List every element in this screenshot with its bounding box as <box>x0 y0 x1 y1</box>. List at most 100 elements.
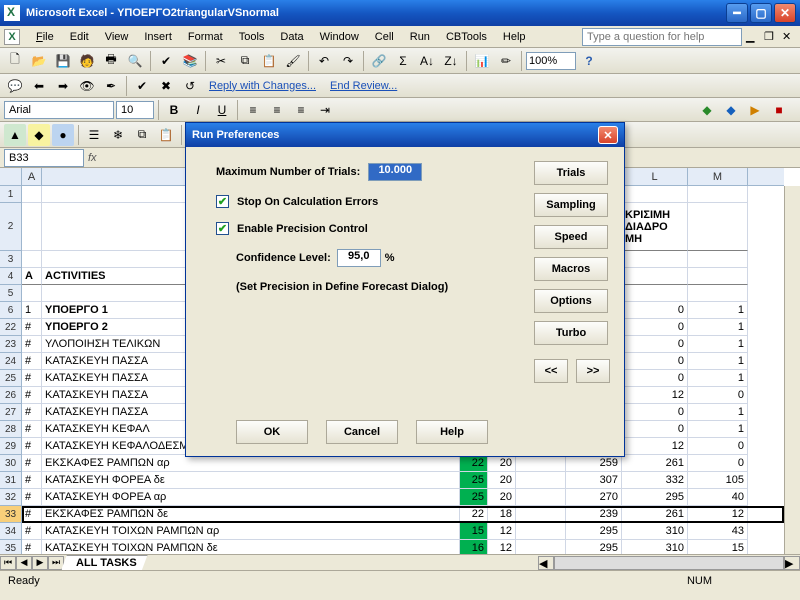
tab-trials-button[interactable]: Trials <box>534 161 608 185</box>
cb-freeze-icon[interactable]: ❄ <box>107 124 129 146</box>
cb-decision-icon[interactable]: ◆ <box>28 124 50 146</box>
align-center-icon[interactable]: ≡ <box>266 99 288 121</box>
merge-center-icon[interactable]: ⇥ <box>314 99 336 121</box>
cb-assumption-icon[interactable]: ▲ <box>4 124 26 146</box>
menu-view[interactable]: View <box>97 29 137 45</box>
tab-nav-next[interactable]: ▶ <box>32 556 48 570</box>
print-icon[interactable]: 🖶 <box>100 50 122 72</box>
window-minimize-button[interactable]: ━ <box>726 3 748 23</box>
menu-cbtools[interactable]: CBTools <box>438 29 495 45</box>
cb-define-icon[interactable]: ◆ <box>696 99 718 121</box>
cancel-button[interactable]: Cancel <box>326 420 398 444</box>
comment-prev-icon[interactable]: ⬅ <box>28 75 50 97</box>
reply-with-changes-link[interactable]: Reply with Changes... <box>203 80 322 92</box>
fontsize-combo[interactable]: 10 <box>116 101 154 119</box>
chart-wizard-icon[interactable]: 📊 <box>471 50 493 72</box>
tab-macros-button[interactable]: Macros <box>534 257 608 281</box>
ink-icon[interactable]: ✒ <box>100 75 122 97</box>
help-icon[interactable]: ? <box>578 50 600 72</box>
tab-prev-button[interactable]: << <box>534 359 568 383</box>
doc-close-button[interactable]: ✕ <box>782 30 796 44</box>
doc-minimize-button[interactable]: ▁ <box>746 30 760 44</box>
tab-sampling-button[interactable]: Sampling <box>534 193 608 217</box>
bold-icon[interactable]: B <box>163 99 185 121</box>
tab-options-button[interactable]: Options <box>534 289 608 313</box>
spellcheck-icon[interactable]: ✔ <box>155 50 177 72</box>
fx-icon[interactable]: fx <box>88 152 97 164</box>
hscroll-right[interactable]: ▶ <box>784 556 800 570</box>
menu-format[interactable]: Format <box>180 29 231 45</box>
undo-icon[interactable]: ↶ <box>313 50 335 72</box>
help-search-input[interactable] <box>582 28 742 46</box>
cb-stop-icon[interactable]: ■ <box>768 99 790 121</box>
show-comments-icon[interactable]: 👁 <box>76 75 98 97</box>
name-box[interactable]: B33 <box>4 149 84 167</box>
menu-window[interactable]: Window <box>312 29 367 45</box>
cb-run-icon[interactable]: ▶ <box>744 99 766 121</box>
sheet-tab-alltasks[interactable]: ALL TASKS <box>61 555 148 571</box>
window-close-button[interactable]: ✕ <box>774 3 796 23</box>
tab-nav-first[interactable]: ⏮ <box>0 556 16 570</box>
tab-turbo-button[interactable]: Turbo <box>534 321 608 345</box>
format-painter-icon[interactable]: 🖌 <box>282 50 304 72</box>
max-trials-input[interactable]: 10.000 <box>368 163 422 181</box>
cb-copy-icon[interactable]: ⧉ <box>131 124 153 146</box>
autosum-icon[interactable]: Σ <box>392 50 414 72</box>
tab-nav-prev[interactable]: ◀ <box>16 556 32 570</box>
print-preview-icon[interactable]: 🔍 <box>124 50 146 72</box>
hscroll-left[interactable]: ◀ <box>538 556 554 570</box>
tab-speed-button[interactable]: Speed <box>534 225 608 249</box>
italic-icon[interactable]: I <box>187 99 209 121</box>
underline-icon[interactable]: U <box>211 99 233 121</box>
save-icon[interactable]: 💾 <box>52 50 74 72</box>
stop-errors-checkbox[interactable]: ✔ <box>216 195 229 208</box>
dialog-titlebar[interactable]: Run Preferences ✕ <box>186 123 624 147</box>
cb-forecast-icon[interactable]: ◆ <box>720 99 742 121</box>
accept-icon[interactable]: ✔ <box>131 75 153 97</box>
select-all-corner[interactable] <box>0 168 22 186</box>
precision-checkbox[interactable]: ✔ <box>216 222 229 235</box>
font-combo[interactable]: Arial <box>4 101 114 119</box>
paste-icon[interactable]: 📋 <box>258 50 280 72</box>
menu-insert[interactable]: Insert <box>136 29 180 45</box>
cut-icon[interactable]: ✂ <box>210 50 232 72</box>
cb-select-icon[interactable]: ☰ <box>83 124 105 146</box>
comment-new-icon[interactable]: 💬 <box>4 75 26 97</box>
cb-paste-icon[interactable]: 📋 <box>155 124 177 146</box>
research-icon[interactable]: 📚 <box>179 50 201 72</box>
dialog-close-button[interactable]: ✕ <box>598 126 618 144</box>
ok-button[interactable]: OK <box>236 420 308 444</box>
confidence-input[interactable]: 95,0 <box>337 249 381 267</box>
reject-icon[interactable]: ✖ <box>155 75 177 97</box>
menu-help[interactable]: Help <box>495 29 534 45</box>
menu-tools[interactable]: Tools <box>231 29 273 45</box>
align-right-icon[interactable]: ≡ <box>290 99 312 121</box>
window-maximize-button[interactable]: ▢ <box>750 3 772 23</box>
vertical-scrollbar[interactable] <box>784 186 800 554</box>
track-changes-icon[interactable]: ↺ <box>179 75 201 97</box>
menu-file[interactable]: File <box>28 29 62 45</box>
menu-edit[interactable]: Edit <box>62 29 97 45</box>
zoom-combo[interactable]: 100% <box>526 52 576 70</box>
new-icon[interactable]: 🗋 <box>4 50 26 72</box>
redo-icon[interactable]: ↷ <box>337 50 359 72</box>
workbook-icon[interactable]: X <box>4 29 20 45</box>
permission-icon[interactable]: 🧑 <box>76 50 98 72</box>
end-review-link[interactable]: End Review... <box>324 80 403 92</box>
tab-next-button[interactable]: >> <box>576 359 610 383</box>
comment-next-icon[interactable]: ➡ <box>52 75 74 97</box>
menu-data[interactable]: Data <box>272 29 311 45</box>
doc-restore-button[interactable]: ❐ <box>764 30 778 44</box>
drawing-icon[interactable]: ✏ <box>495 50 517 72</box>
copy-icon[interactable]: ⧉ <box>234 50 256 72</box>
sort-desc-icon[interactable]: Z↓ <box>440 50 462 72</box>
menu-cell[interactable]: Cell <box>367 29 402 45</box>
hscroll-track[interactable] <box>554 556 784 570</box>
cb-forecast2-icon[interactable]: ● <box>52 124 74 146</box>
sort-asc-icon[interactable]: A↓ <box>416 50 438 72</box>
row-headers[interactable]: 1234562223242526272829303132333435 <box>0 186 22 554</box>
tab-nav-last[interactable]: ⏭ <box>48 556 64 570</box>
align-left-icon[interactable]: ≡ <box>242 99 264 121</box>
help-button[interactable]: Help <box>416 420 488 444</box>
hyperlink-icon[interactable]: 🔗 <box>368 50 390 72</box>
